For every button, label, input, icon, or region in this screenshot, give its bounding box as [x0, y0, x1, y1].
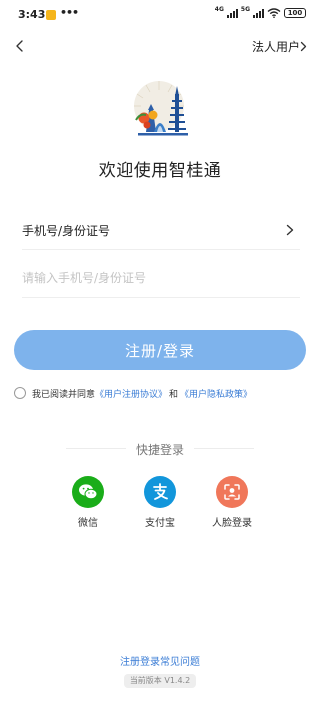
chevron-right-icon — [300, 41, 307, 52]
wechat-icon[interactable] — [72, 476, 104, 508]
welcome-title: 欢迎使用智桂通 — [98, 161, 222, 181]
notification-app-icon — [46, 10, 56, 20]
alipay-label: 支付宝 — [145, 518, 175, 529]
divider — [194, 448, 254, 449]
wechat-label: 微信 — [78, 518, 98, 529]
account-type-label: 手机号/身份证号 — [22, 224, 111, 238]
wechat-login-option[interactable]: 微信 — [58, 476, 118, 529]
agreement-conjunction: 和 — [169, 389, 179, 400]
signal-icon — [226, 8, 238, 18]
faq-link[interactable]: 注册登录常见问题 — [0, 653, 320, 668]
app-logo — [134, 81, 188, 136]
face-login-icon[interactable] — [216, 476, 248, 508]
network-type-label-2: 5G — [240, 6, 250, 13]
status-time: 3:43 — [18, 8, 46, 21]
network-type-label: 4G — [214, 6, 224, 13]
chevron-right-icon — [286, 224, 294, 236]
agreement-row: 我已阅读并同意 《用户注册协议》 和 《用户隐私政策》 — [14, 385, 314, 401]
back-arrow-icon[interactable] — [10, 35, 32, 57]
alipay-login-option[interactable]: 支付宝 — [130, 476, 190, 529]
account-input[interactable] — [22, 258, 300, 298]
corporate-user-link[interactable]: 法人用户 — [252, 38, 300, 55]
user-agreement-link[interactable]: 《用户注册协议》 — [95, 387, 167, 400]
alipay-icon[interactable] — [144, 476, 176, 508]
account-type-selector[interactable]: 手机号/身份证号 — [22, 212, 300, 250]
top-nav: 法人用户 — [0, 32, 320, 60]
quick-login-title: 快捷登录 — [135, 443, 184, 457]
register-login-button[interactable]: 注册/登录 — [14, 330, 306, 370]
face-login-option[interactable]: 人脸登录 — [202, 476, 262, 529]
agreement-checkbox[interactable] — [14, 387, 26, 399]
status-indicators: 4G 5G 100 — [214, 6, 306, 18]
quick-login-header: 快捷登录 — [0, 440, 320, 458]
wifi-icon — [267, 8, 281, 18]
version-badge: 当前版本 V1.4.2 — [124, 674, 196, 688]
signal-icon-2 — [253, 8, 264, 18]
face-login-label: 人脸登录 — [212, 518, 252, 529]
more-notifications-icon: ••• — [60, 6, 79, 19]
privacy-policy-link[interactable]: 《用户隐私政策》 — [180, 387, 252, 400]
agreement-prefix: 我已阅读并同意 — [32, 389, 96, 400]
status-bar: 3:43 ••• 4G 5G 100 — [0, 0, 320, 30]
battery-icon: 100 — [284, 8, 306, 18]
